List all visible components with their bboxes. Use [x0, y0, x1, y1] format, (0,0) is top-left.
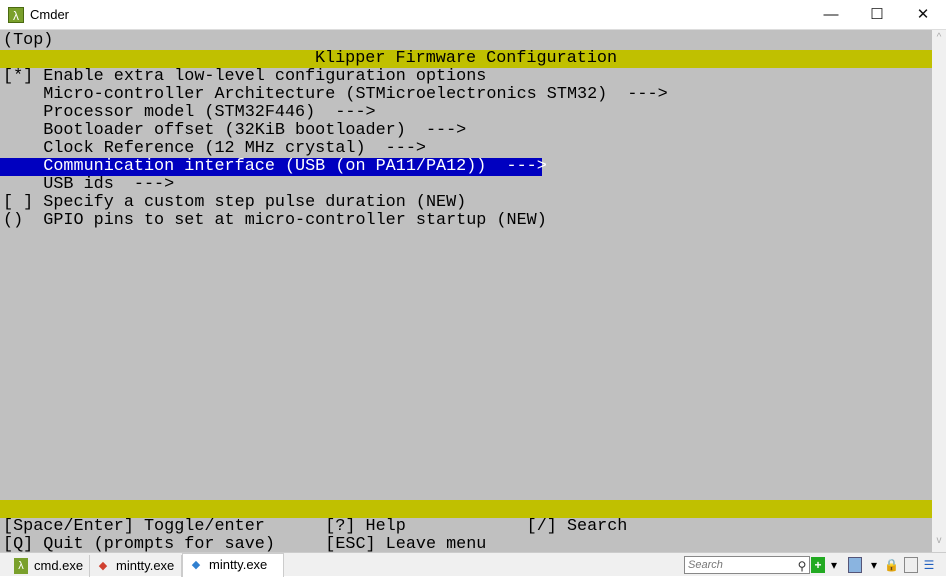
terminal[interactable]: (Top) Klipper Firmware Configuration [*]…: [0, 30, 932, 554]
menu-location: (Top): [3, 31, 54, 50]
minimize-button[interactable]: —: [808, 0, 854, 30]
menu-item[interactable]: Communication interface (USB (on PA11/PA…: [3, 158, 547, 176]
tab-bar: λ cmd.exe ◆ mintty.exe ◆ mintty.exe Search …: [0, 552, 946, 577]
menu-item[interactable]: Processor model (STM32F446) --->: [3, 104, 375, 122]
tab-cmd[interactable]: λ cmd.exe: [8, 555, 90, 577]
panel-icon[interactable]: [904, 557, 918, 573]
bottom-bar: [0, 500, 932, 518]
menu-item[interactable]: [*] Enable extra low-level configuration…: [3, 68, 486, 86]
menu-item[interactable]: Bootloader offset (32KiB bootloader) ---…: [3, 122, 466, 140]
menu-title: Klipper Firmware Configuration: [314, 49, 618, 68]
close-button[interactable]: ✕: [900, 0, 946, 30]
dropdown-arrow-icon[interactable]: ▾: [867, 557, 881, 573]
menu-item[interactable]: () GPIO pins to set at micro-controller …: [3, 212, 547, 230]
lambda-icon: λ: [14, 558, 28, 574]
help-line-1: [Space/Enter] Toggle/enter [?] Help [/] …: [3, 517, 628, 536]
search-icon[interactable]: ⚲: [795, 558, 809, 574]
tab-mintty-2-active[interactable]: ◆ mintty.exe: [182, 553, 284, 577]
dropdown-arrow-icon[interactable]: ▾: [827, 557, 841, 573]
lock-icon[interactable]: 🔒: [884, 557, 899, 573]
menu-item[interactable]: Micro-controller Architecture (STMicroel…: [3, 86, 667, 104]
git-icon: ◆: [191, 559, 201, 571]
view-icon[interactable]: [848, 557, 862, 573]
tab-label: mintty.exe: [209, 557, 268, 572]
tab-label: mintty.exe: [116, 558, 175, 573]
menu-item[interactable]: USB ids --->: [3, 176, 174, 194]
menu-item[interactable]: Clock Reference (12 MHz crystal) --->: [3, 140, 426, 158]
cmder-lambda-icon: λ: [8, 7, 24, 23]
git-icon: ◆: [98, 560, 108, 572]
title-bar: λ Cmder — ☐ ✕: [0, 0, 946, 30]
menu-item[interactable]: [ ] Specify a custom step pulse duration…: [3, 194, 466, 212]
maximize-button[interactable]: ☐: [854, 0, 900, 30]
scrollbar[interactable]: ^ v: [932, 30, 946, 552]
new-console-icon[interactable]: +: [811, 557, 825, 573]
menu-icon[interactable]: ☰: [922, 557, 936, 573]
window-title: Cmder: [30, 7, 70, 22]
tab-label: cmd.exe: [34, 558, 84, 573]
search-input[interactable]: Search: [684, 556, 810, 574]
tab-mintty-1[interactable]: ◆ mintty.exe: [90, 555, 182, 577]
